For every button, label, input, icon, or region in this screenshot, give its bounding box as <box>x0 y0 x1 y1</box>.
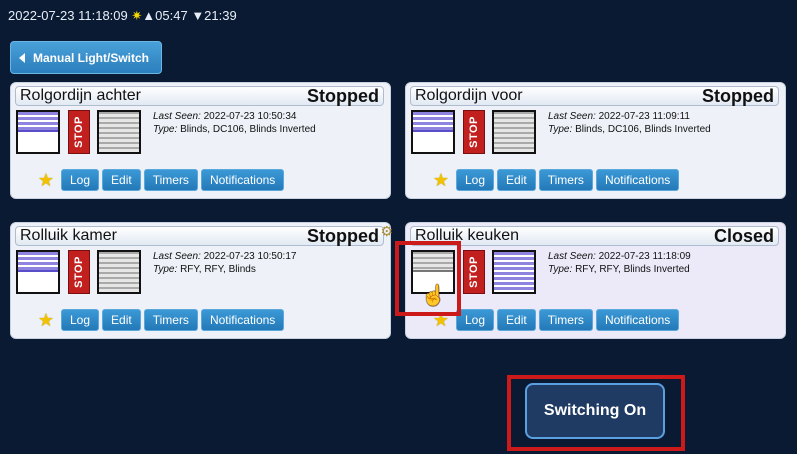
device-info: Last Seen: 2022-07-23 11:09:11 Type: Bli… <box>548 111 711 135</box>
log-button[interactable]: Log <box>456 169 495 191</box>
favorite-star-icon[interactable]: ★ <box>31 310 61 331</box>
edit-button[interactable]: Edit <box>497 169 536 191</box>
device-name: Rolluik kamer <box>20 227 117 244</box>
blind-close-button[interactable] <box>492 250 536 294</box>
device-info: Last Seen: 2022-07-23 10:50:17 Type: RFY… <box>153 251 297 275</box>
back-button-label: Manual Light/Switch <box>33 50 149 65</box>
blind-close-button[interactable] <box>97 250 141 294</box>
sun-icon: ✷ <box>131 8 143 23</box>
notifications-button[interactable]: Notifications <box>595 169 680 191</box>
stop-button[interactable]: STOP <box>463 250 485 294</box>
device-status: Stopped <box>702 86 774 106</box>
device-title-bar: Rolgordijn voor Stopped <box>410 86 779 106</box>
blind-close-button[interactable] <box>492 110 536 154</box>
timers-button[interactable]: Timers <box>538 169 593 191</box>
device-card: Rolluik kamer Stopped ⚙ STOP Last Seen: … <box>10 222 393 339</box>
timers-button[interactable]: Timers <box>143 309 198 331</box>
device-title-bar: Rolgordijn achter Stopped <box>15 86 384 106</box>
timers-button[interactable]: Timers <box>538 309 593 331</box>
edit-button[interactable]: Edit <box>497 309 536 331</box>
sunrise-time: ▲05:47 <box>142 8 188 23</box>
device-title-bar: Rolluik kamer Stopped ⚙ <box>15 223 393 246</box>
device-card: Rolluik keuken Closed STOP Last Seen: 20… <box>405 222 786 339</box>
timers-button[interactable]: Timers <box>143 169 198 191</box>
stop-button[interactable]: STOP <box>68 250 90 294</box>
stop-button[interactable]: STOP <box>68 110 90 154</box>
edit-button[interactable]: Edit <box>102 309 141 331</box>
sunset-time: ▼21:39 <box>191 8 237 23</box>
device-title-bar: Rolluik keuken Closed <box>410 226 779 246</box>
blind-close-button[interactable] <box>97 110 141 154</box>
stop-button[interactable]: STOP <box>463 110 485 154</box>
device-name: Rolgordijn voor <box>415 87 523 104</box>
edit-button[interactable]: Edit <box>102 169 141 191</box>
device-card: Rolgordijn achter Stopped STOP Last Seen… <box>10 82 391 199</box>
blind-open-button[interactable] <box>16 250 60 294</box>
log-button[interactable]: Log <box>61 169 100 191</box>
back-button[interactable]: Manual Light/Switch <box>10 41 162 74</box>
favorite-star-icon[interactable]: ★ <box>426 170 456 191</box>
favorite-star-icon[interactable]: ★ <box>31 170 61 191</box>
status-bar: 2022-07-23 11:18:09 ✷▲05:47 ▼21:39 <box>8 8 237 24</box>
blind-open-button[interactable] <box>411 110 455 154</box>
notifications-button[interactable]: Notifications <box>200 309 285 331</box>
device-name: Rolgordijn achter <box>20 87 141 104</box>
switching-toast: Switching On <box>525 383 665 439</box>
device-status: Stopped <box>307 226 379 246</box>
notifications-button[interactable]: Notifications <box>200 169 285 191</box>
gear-icon[interactable]: ⚙ <box>380 222 393 240</box>
log-button[interactable]: Log <box>456 309 495 331</box>
blind-open-button[interactable] <box>16 110 60 154</box>
log-button[interactable]: Log <box>61 309 100 331</box>
device-info: Last Seen: 2022-07-23 10:50:34 Type: Bli… <box>153 111 316 135</box>
notifications-button[interactable]: Notifications <box>595 309 680 331</box>
device-card: Rolgordijn voor Stopped STOP Last Seen: … <box>405 82 786 199</box>
datetime: 2022-07-23 11:18:09 <box>8 8 128 23</box>
device-info: Last Seen: 2022-07-23 11:18:09 Type: RFY… <box>548 251 691 275</box>
hand-cursor-icon: ☝ <box>421 285 446 307</box>
chevron-left-icon <box>19 52 25 63</box>
device-status: Stopped <box>307 86 379 106</box>
device-status: Closed <box>713 226 774 246</box>
